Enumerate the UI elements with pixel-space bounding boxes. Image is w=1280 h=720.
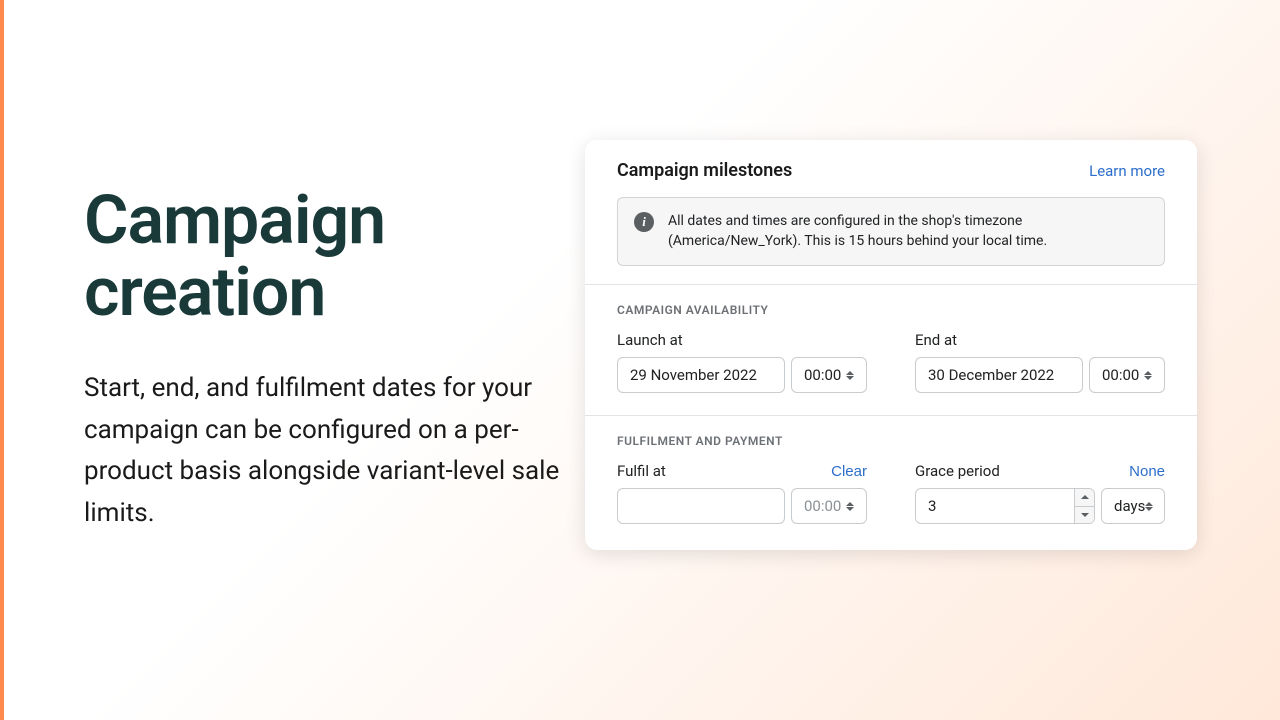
stepper-down-button[interactable]	[1074, 507, 1094, 524]
fulfil-at-label: Fulfil at	[617, 462, 666, 480]
info-banner: i All dates and times are configured in …	[617, 197, 1165, 266]
caret-icon	[1144, 371, 1152, 380]
fulfil-time-select[interactable]: 00:00	[791, 488, 867, 524]
end-time-value: 00:00	[1102, 366, 1139, 384]
card-title: Campaign milestones	[617, 160, 792, 181]
launch-time-select[interactable]: 00:00	[791, 357, 867, 393]
end-date-input[interactable]: 30 December 2022	[915, 357, 1083, 393]
hero-description: Start, end, and fulfilment dates for you…	[84, 368, 582, 534]
fulfil-time-value: 00:00	[804, 497, 841, 515]
grace-unit-value: days	[1114, 497, 1145, 515]
learn-more-link[interactable]: Learn more	[1089, 162, 1165, 180]
caret-icon	[846, 502, 854, 511]
none-button[interactable]: None	[1129, 463, 1165, 480]
milestones-card: Campaign milestones Learn more i All dat…	[585, 140, 1197, 550]
caret-icon	[846, 371, 854, 380]
end-time-select[interactable]: 00:00	[1089, 357, 1165, 393]
hero-title: Campaign creation	[84, 185, 582, 328]
launch-date-input[interactable]: 29 November 2022	[617, 357, 785, 393]
end-at-label: End at	[915, 331, 957, 349]
info-icon: i	[634, 212, 654, 232]
caret-icon	[1145, 502, 1153, 511]
clear-button[interactable]: Clear	[831, 463, 867, 480]
grace-period-label: Grace period	[915, 462, 1000, 480]
info-text: All dates and times are configured in th…	[668, 212, 1148, 251]
fulfilment-section-label: FULFILMENT AND PAYMENT	[617, 434, 1165, 448]
grace-value-input[interactable]: 3	[915, 488, 1095, 524]
grace-unit-select[interactable]: days	[1101, 488, 1165, 524]
stepper-up-button[interactable]	[1074, 489, 1094, 507]
fulfil-date-input[interactable]	[617, 488, 785, 524]
grace-stepper	[1074, 489, 1094, 523]
availability-section-label: CAMPAIGN AVAILABILITY	[617, 303, 1165, 317]
launch-time-value: 00:00	[804, 366, 841, 384]
launch-at-label: Launch at	[617, 331, 683, 349]
